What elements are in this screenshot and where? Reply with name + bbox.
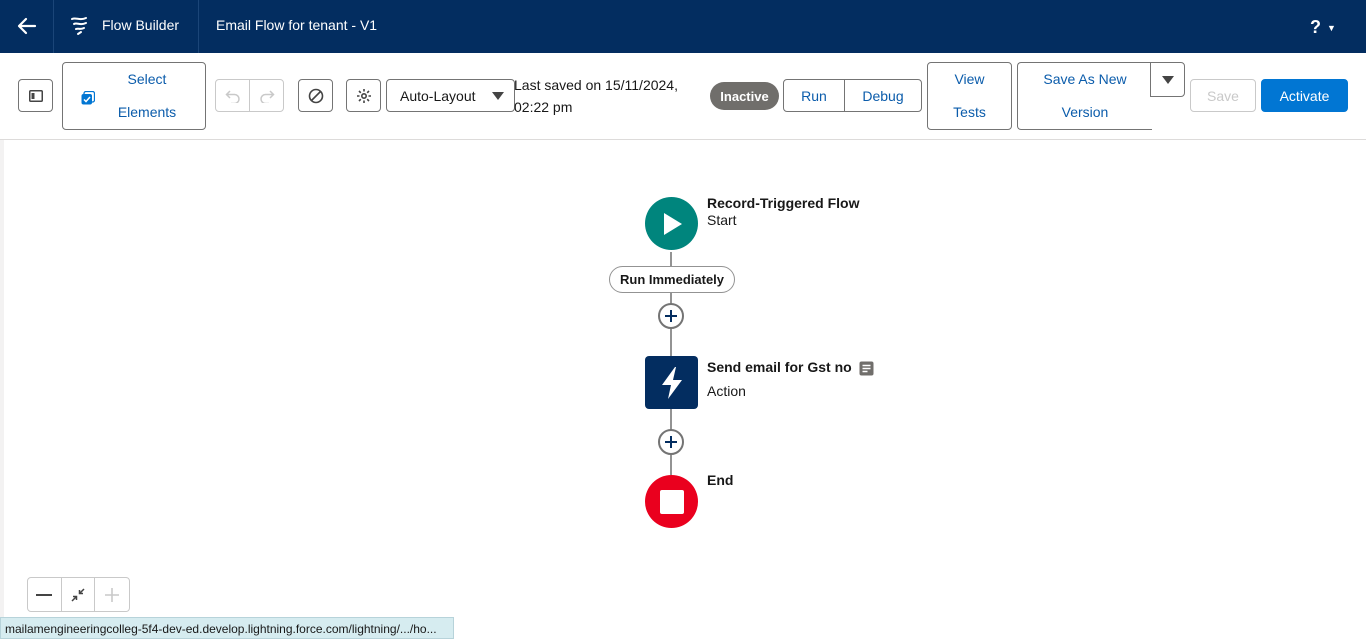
run-immediately-path[interactable]: Run Immediately [609, 266, 735, 293]
activate-button[interactable]: Activate [1261, 79, 1348, 112]
chevron-down-icon: ▼ [1327, 23, 1336, 33]
panel-icon [28, 89, 43, 102]
stop-icon [659, 489, 684, 514]
flow-canvas[interactable]: Record-Triggered Flow Start Run Immediat… [0, 140, 1366, 639]
save-as-new-label-1: Save As New [1043, 71, 1127, 87]
header-divider [198, 0, 199, 53]
gear-icon [356, 88, 371, 103]
view-tests-label-1: View [954, 71, 985, 87]
global-header: Flow Builder Email Flow for tenant - V1 … [0, 0, 1366, 53]
view-tests-label-2: Tests [953, 104, 986, 120]
contract-icon [71, 587, 85, 602]
save-as-new-label-2: Version [1061, 104, 1109, 120]
zoom-controls [27, 577, 130, 612]
caret-down-icon [492, 92, 504, 100]
undo-icon [224, 89, 240, 103]
zoom-out-button[interactable] [28, 578, 62, 611]
status-badge: Inactive [710, 82, 779, 110]
save-button[interactable]: Save [1190, 79, 1256, 112]
save-options-dropdown[interactable] [1150, 62, 1185, 97]
action-node[interactable] [645, 356, 698, 409]
select-elements-label-2: Elements [117, 104, 177, 120]
plus-icon [105, 587, 120, 602]
add-element-button[interactable] [658, 303, 684, 329]
flow-builder-icon [68, 14, 92, 38]
last-saved-line-2: 02:22 pm [514, 99, 573, 115]
run-button[interactable]: Run [783, 79, 845, 112]
redo-button[interactable] [249, 79, 284, 112]
caret-down-icon [1161, 75, 1174, 84]
minus-icon [36, 593, 53, 596]
end-node-title: End [707, 472, 734, 488]
play-icon [663, 212, 682, 235]
action-node-subtitle: Action [707, 383, 746, 399]
select-elements-label-1: Select [127, 71, 167, 87]
activate-label: Activate [1279, 87, 1330, 104]
save-label: Save [1207, 87, 1239, 104]
start-node-subtitle: Start [707, 212, 737, 228]
app-title: Flow Builder [102, 17, 180, 33]
save-as-new-version-button[interactable]: Save As New Version [1017, 62, 1152, 130]
redo-icon [259, 89, 275, 103]
zoom-in-button[interactable] [95, 578, 129, 611]
undo-button[interactable] [215, 79, 250, 112]
back-button[interactable] [12, 12, 42, 40]
select-checkbox-icon [81, 91, 95, 105]
add-element-button[interactable] [658, 429, 684, 455]
layout-select[interactable]: Auto-Layout [386, 79, 515, 112]
start-node[interactable] [645, 197, 698, 250]
plus-icon [665, 310, 677, 322]
toggle-panel-button[interactable] [18, 79, 53, 112]
select-elements-button[interactable]: Select Elements [62, 62, 206, 130]
ban-icon [308, 88, 323, 103]
help-menu-button[interactable]: ? ▼ [1310, 14, 1344, 40]
errors-button[interactable] [298, 79, 333, 112]
view-tests-button[interactable]: View Tests [927, 62, 1012, 130]
plus-icon [665, 436, 677, 448]
description-icon[interactable] [859, 361, 874, 376]
flow-name: Email Flow for tenant - V1 [216, 17, 378, 33]
fit-view-button[interactable] [62, 578, 96, 611]
connector-line [670, 252, 672, 266]
start-node-title: Record-Triggered Flow [707, 195, 860, 211]
toolbar: Select Elements Auto-Layout Last saved o… [0, 53, 1366, 140]
run-label: Run [801, 87, 827, 104]
help-icon: ? [1310, 16, 1321, 37]
debug-label: Debug [862, 87, 904, 104]
settings-button[interactable] [346, 79, 381, 112]
debug-button[interactable]: Debug [844, 79, 922, 112]
layout-select-value: Auto-Layout [400, 87, 476, 104]
action-node-title: Send email for Gst no [707, 359, 852, 375]
last-saved-line-1: Last saved on 15/11/2024, [514, 77, 678, 93]
browser-status-url: mailamengineeringcolleg-5f4-dev-ed.devel… [0, 617, 454, 639]
last-saved-text: Last saved on 15/11/2024, 02:22 pm [514, 74, 694, 118]
header-divider [53, 0, 54, 53]
end-node[interactable] [645, 475, 698, 528]
arrow-left-icon [17, 17, 37, 35]
lightning-icon [661, 366, 682, 399]
